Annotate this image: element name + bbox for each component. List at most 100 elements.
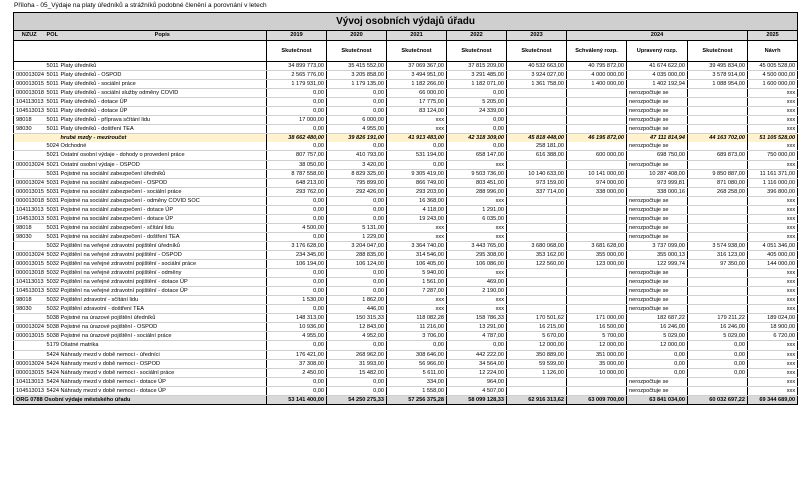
value-cell: 4 051 346,00 [746, 241, 798, 251]
value-cell [687, 97, 748, 108]
pol-cell: 5031 [44, 178, 59, 188]
value-cell: 3 574 938,00 [687, 241, 748, 251]
value-cell [566, 214, 627, 224]
value-cell: 10 287 408,00 [626, 169, 688, 179]
description-cell: Pojistné na sociální zabezpečení - odměn… [58, 196, 267, 206]
value-cell [687, 277, 748, 288]
description-cell: Pojistné na úrazové pojištění - OSPOD [58, 322, 267, 333]
value-cell: 0,00 [446, 88, 507, 99]
value-cell: 0,00 [687, 368, 748, 378]
value-cell: 0,00 [386, 340, 447, 351]
value-cell: 171 000,00 [566, 313, 627, 324]
nzuz-cell: 104113013 [13, 205, 45, 215]
value-cell: xxx [746, 88, 798, 99]
value-cell: nerozpočtuje se [626, 268, 688, 279]
description-cell: Pojistné na úrazové pojištění úředníků [58, 313, 267, 324]
description-cell: Náhrady mezd v době nemoci - dotace ÚP [58, 386, 267, 396]
description-cell: Platy úředníků - sociální služby odměny … [58, 88, 267, 99]
value-cell: 16 246,00 [687, 322, 748, 333]
value-cell: nerozpočtuje se [626, 304, 688, 315]
value-cell: 39 495 834,00 [687, 61, 748, 72]
value-cell: 11 161 371,00 [746, 169, 798, 179]
description-cell: Pojištění na veřejné zdravotní pojištění… [58, 259, 267, 270]
header-2023: 2023 [506, 30, 567, 41]
nzuz-cell: 98030 [13, 304, 45, 315]
value-cell: xxx [386, 304, 447, 315]
value-cell: 5 700,00 [566, 331, 627, 342]
value-cell: 0,00 [266, 106, 327, 117]
nzuz-cell [13, 133, 45, 143]
value-cell [687, 214, 748, 224]
value-cell: 292 426,00 [326, 187, 387, 197]
description-cell: Platy úředníků - sociální práce [58, 79, 267, 90]
value-cell: 5 131,00 [326, 223, 387, 233]
value-cell [506, 196, 567, 206]
value-cell: 405 000,00 [746, 250, 798, 261]
value-cell [506, 377, 567, 387]
value-cell: nerozpočtuje se [626, 124, 688, 135]
value-cell [506, 97, 567, 108]
value-cell: 807 757,00 [266, 150, 327, 161]
nzuz-cell: 98018 [13, 295, 45, 306]
value-cell: 973 999,81 [626, 178, 688, 188]
value-cell: 0,00 [326, 268, 387, 279]
value-cell: 5 029,00 [626, 331, 688, 342]
value-cell: 51 105 528,00 [746, 133, 798, 143]
value-cell: 1 561,00 [386, 277, 447, 288]
value-cell: 44 163 702,00 [687, 133, 748, 143]
value-cell: xxx [746, 386, 798, 396]
value-cell [687, 142, 748, 152]
value-cell [566, 386, 627, 396]
value-cell: 31 993,00 [326, 359, 387, 369]
value-cell: 17 000,00 [266, 115, 327, 126]
value-cell: 1 182 266,00 [386, 79, 447, 90]
value-cell [506, 160, 567, 170]
value-cell: 1 530,00 [266, 295, 327, 306]
value-cell: 351 000,00 [566, 350, 627, 360]
value-cell [687, 232, 748, 242]
value-cell: xxx [746, 196, 798, 206]
nzuz-cell: 000013024 [13, 359, 45, 369]
value-cell: 0,00 [326, 88, 387, 99]
subtotal-row: hrubé mzdy - meziroučet 38 662 480,00 39 8… [13, 133, 798, 143]
nzuz-cell: 104113013 [13, 277, 45, 288]
table-row: 98018 5032 Pojištění zdravotní - sčítání l… [13, 295, 798, 306]
value-cell: xxx [386, 124, 447, 135]
nzuz-cell: 104513013 [13, 106, 45, 117]
nzuz-cell: 98030 [13, 124, 45, 135]
value-cell: 41 913 483,00 [386, 133, 447, 143]
description-cell: Platy úředníků [58, 61, 267, 72]
value-cell: 7 287,00 [386, 286, 447, 297]
value-cell: 0,00 [266, 97, 327, 108]
value-cell: 334,00 [386, 377, 447, 387]
value-cell: 288 996,00 [446, 187, 507, 197]
value-cell: 1 126,00 [506, 368, 567, 378]
table-row: 5011 Platy úředníků 34 899 773,00 35 415 55… [13, 61, 798, 72]
value-cell: 531 194,00 [386, 150, 447, 161]
nzuz-cell: 000013015 [13, 79, 45, 90]
value-cell: nerozpočtuje se [626, 106, 688, 117]
value-cell: 1 558,00 [386, 386, 447, 396]
value-cell: 16 500,00 [566, 322, 627, 333]
nzuz-cell: 104113013 [13, 97, 45, 108]
value-cell: 66 000,00 [386, 88, 447, 99]
value-cell: 338 000,00 [566, 187, 627, 197]
value-cell: 0,00 [326, 340, 387, 351]
table-row: 104113013 5011 Platy úředníků - dotace ÚP 0… [13, 97, 798, 108]
header-row: NZUZ POL Popis 2019 2020 2021 2022 2023 … [13, 30, 798, 41]
pol-cell: 5011 [44, 61, 59, 72]
pol-cell: 5031 [44, 205, 59, 215]
value-cell: 3 680 068,00 [506, 241, 567, 251]
value-cell: xxx [386, 115, 447, 126]
pol-cell: 5011 [44, 106, 59, 117]
value-cell: xxx [746, 286, 798, 297]
value-cell: 12 000,00 [626, 340, 688, 351]
total-value-cell: 58 099 128,33 [446, 394, 507, 405]
table-row: 98018 5011 Platy úředníků - příprava sčítá… [13, 115, 798, 126]
value-cell: 648 213,00 [266, 178, 327, 188]
value-cell: nerozpočtuje se [626, 88, 688, 99]
value-cell [687, 286, 748, 297]
value-cell: 59 599,00 [506, 359, 567, 369]
total-value-cell: 62 916 313,62 [506, 394, 567, 405]
value-cell: 658 147,00 [446, 150, 507, 161]
